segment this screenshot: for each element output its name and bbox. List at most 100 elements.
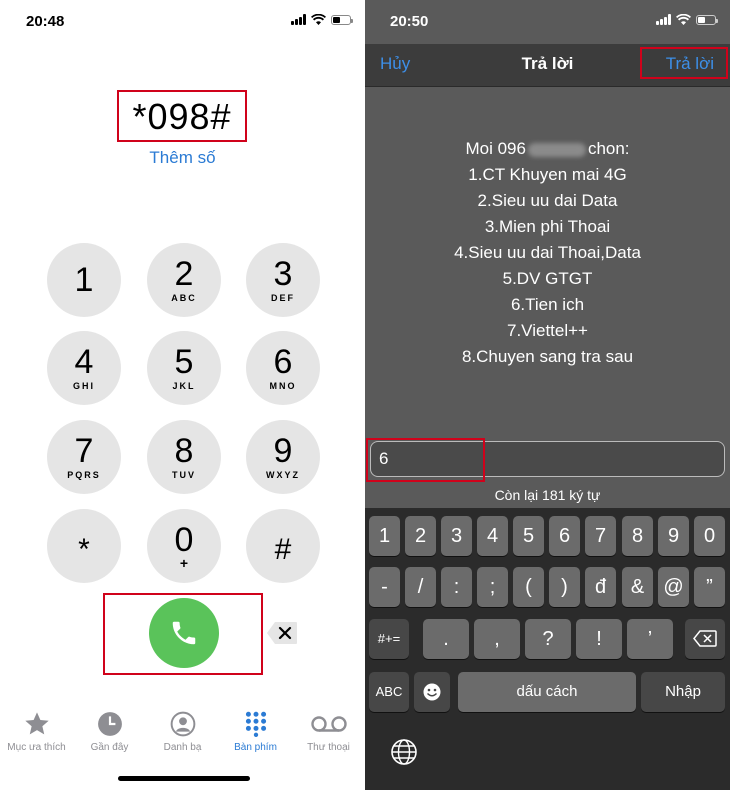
keypad-icon [245,711,266,737]
key-digit: 9 [273,432,293,470]
call-button[interactable] [149,598,219,668]
key-digit: 5 [174,343,194,381]
signal-icon [291,14,306,25]
kb-key-3[interactable]: 3 [441,516,472,556]
emoji-icon [423,683,441,701]
tab-keypad[interactable]: Bàn phím [219,708,292,753]
message-line: Moi 096 chon: [365,136,730,162]
tab-contacts[interactable]: Danh bạ [146,708,219,753]
key-3[interactable]: 3 DEF [246,243,320,317]
kb-key-4[interactable]: 4 [477,516,508,556]
key-5[interactable]: 5 JKL [147,331,221,405]
key-9[interactable]: 9 WXYZ [246,420,320,494]
kb-key-1[interactable]: 1 [369,516,400,556]
menu-option: 1.CT Khuyen mai 4G [468,165,627,184]
menu-option: 7.Viettel++ [507,321,588,340]
battery-icon [696,14,718,25]
delete-button[interactable] [266,621,298,645]
key-0[interactable]: 0 + [147,509,221,583]
key-letters: DEF [271,293,295,303]
kb-key-6[interactable]: 6 [549,516,580,556]
nav-bar: Hủy Trả lời Trả lời [365,44,730,87]
kb-key-slash[interactable]: / [405,567,436,607]
key-1[interactable]: 1 [47,243,121,317]
cancel-button[interactable]: Hủy [380,54,410,74]
kb-return-key[interactable]: Nhập [641,672,725,712]
kb-key-7[interactable]: 7 [585,516,616,556]
kb-key-9[interactable]: 9 [658,516,689,556]
key-2[interactable]: 2 ABC [147,243,221,317]
key-8[interactable]: 8 TUV [147,420,221,494]
key-digit: # [274,533,292,566]
add-number-link[interactable]: Thêm số [130,148,235,168]
kb-key-semicolon[interactable]: ; [477,567,508,607]
kb-key-at[interactable]: @ [658,567,689,607]
blurred-phone-number [527,142,586,157]
message-prefix: Moi 096 [465,139,526,158]
battery-icon [331,14,353,25]
key-digit: 8 [174,432,194,470]
status-time: 20:50 [390,13,429,30]
dialer-screen: 20:48 *098# Thêm số 1 2 ABC 3 DEF 4 GHI 5 JK… [0,0,365,790]
keyboard: 1 2 3 4 5 6 7 8 9 0 - / : ; ( ) đ & @ ” … [365,508,730,790]
kb-emoji-key[interactable] [414,672,450,712]
tab-voicemail[interactable]: Thư thoại [292,708,365,753]
kb-key-exclamation[interactable]: ! [576,619,622,659]
key-star[interactable]: * [47,509,121,583]
key-letters: ABC [171,293,197,303]
wifi-icon [311,14,326,25]
kb-key-2[interactable]: 2 [405,516,436,556]
kb-space-key[interactable]: dấu cách [458,672,636,712]
kb-abc-key[interactable]: ABC [369,672,409,712]
key-letters: JKL [172,381,196,391]
contact-icon [170,711,195,737]
key-letters: PQRS [67,470,101,480]
status-icons [656,14,718,25]
status-icons [291,14,353,25]
tab-recents[interactable]: Gần đây [73,708,146,753]
key-6[interactable]: 6 MNO [246,331,320,405]
remaining-characters: Còn lại 181 ký tự [494,487,601,503]
kb-key-open-paren[interactable]: ( [513,567,544,607]
kb-key-question[interactable]: ? [525,619,571,659]
globe-icon[interactable] [390,738,418,766]
key-letters: TUV [172,470,196,480]
kb-key-period[interactable]: . [423,619,469,659]
key-7[interactable]: 7 PQRS [47,420,121,494]
menu-option: 2.Sieu uu dai Data [477,191,618,210]
key-digit: * [78,533,90,566]
menu-option: 6.Tien ich [510,295,585,314]
key-digit: 7 [74,432,94,470]
kb-key-hyphen[interactable]: - [369,567,400,607]
key-digit: 3 [273,255,293,293]
reply-button[interactable]: Trả lời [666,54,714,74]
dialed-number: *098# [117,90,247,142]
menu-option: 3.Mien phi Thoai [484,217,611,236]
star-icon [24,712,49,735]
kb-key-apostrophe[interactable]: ’ [627,619,673,659]
tab-bar: Mục ưa thích Gần đây Danh bạ Bàn phím Th… [0,708,365,768]
tab-favorites[interactable]: Mục ưa thích [0,708,73,753]
kb-key-5[interactable]: 5 [513,516,544,556]
key-hash[interactable]: # [246,509,320,583]
kb-key-0[interactable]: 0 [694,516,725,556]
key-4[interactable]: 4 GHI [47,331,121,405]
kb-backspace-key[interactable] [685,619,725,659]
kb-key-ampersand[interactable]: & [622,567,653,607]
kb-key-close-paren[interactable]: ) [549,567,580,607]
kb-key-colon[interactable]: : [441,567,472,607]
key-digit: 6 [273,343,293,381]
menu-option: 8.Chuyen sang tra sau [461,347,634,366]
tab-label: Gần đây [90,742,129,753]
status-bar: 20:50 [365,0,730,44]
kb-key-quote[interactable]: ” [694,567,725,607]
key-digit: 2 [174,255,194,293]
input-highlight-box [366,438,485,482]
backspace-icon [693,630,717,647]
kb-key-comma[interactable]: , [474,619,520,659]
kb-key-dong[interactable]: đ [585,567,616,607]
kb-symbols-key[interactable]: #+= [369,619,409,659]
backspace-icon [267,622,297,644]
ussd-reply-screen: 20:50 Hủy Trả lời Trả lời Moi 096 chon: 1… [365,0,730,790]
kb-key-8[interactable]: 8 [622,516,653,556]
